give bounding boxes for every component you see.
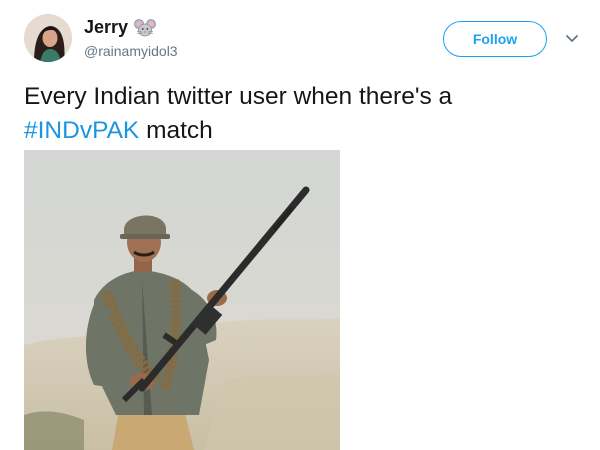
user-name-row[interactable]: Jerry	[84, 17, 156, 38]
tweet-text-after-hashtag: match	[139, 117, 213, 144]
tweet-text-line1: Every Indian twitter user when there's a	[24, 83, 453, 110]
hashtag-link[interactable]: #INDvPAK	[24, 117, 139, 144]
user-handle[interactable]: @rainamyidol3	[84, 43, 178, 59]
tweet-media-photo[interactable]	[24, 150, 340, 450]
chevron-down-icon[interactable]	[564, 32, 580, 44]
photo-soldier-with-gun	[24, 150, 340, 450]
avatar[interactable]	[24, 14, 72, 62]
follow-button-label: Follow	[472, 31, 518, 47]
mouse-face-icon	[134, 18, 156, 38]
display-name[interactable]: Jerry	[84, 17, 128, 38]
follow-button[interactable]: Follow	[443, 21, 547, 57]
avatar-image	[24, 14, 72, 62]
tweet-card: Jerry @rainamyidol3 Follow Every Indian …	[0, 0, 600, 450]
tweet-text: Every Indian twitter user when there's a…	[24, 80, 584, 148]
